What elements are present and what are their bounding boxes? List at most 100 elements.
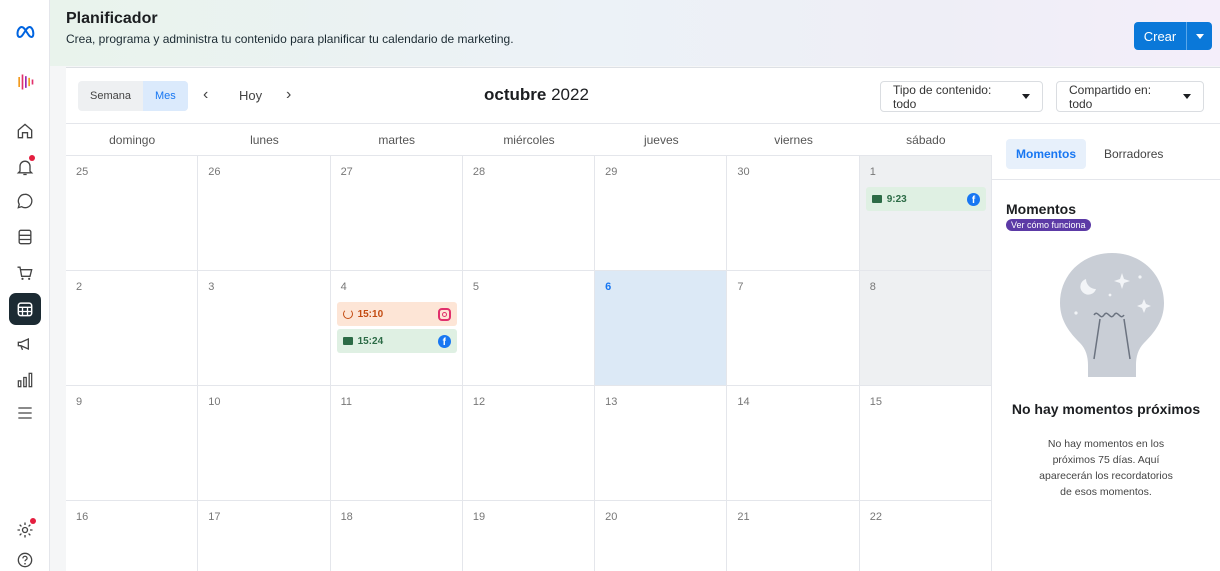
post-time: 15:10 (357, 308, 384, 320)
day-number: 10 (208, 396, 221, 408)
day-cell[interactable]: 7 (727, 271, 860, 386)
day-number: 18 (340, 511, 353, 523)
moments-panel: Momentos Borradores Momentos Ver cómo fu… (992, 125, 1220, 571)
shared-on-filter-label: Compartido en: todo (1069, 82, 1152, 111)
help-icon[interactable] (9, 544, 41, 571)
content-type-filter[interactable]: Tipo de contenido: todo (880, 81, 1043, 112)
weekday-label: jueves (643, 133, 679, 147)
menu-icon[interactable] (9, 397, 41, 429)
current-month: octubre 2022 (484, 85, 589, 105)
day-cell[interactable]: 3 (198, 271, 331, 386)
chevron-down-icon (1183, 94, 1191, 99)
view-week-button[interactable]: Semana (78, 81, 143, 111)
page-header: Planificador Crea, programa y administra… (50, 0, 1220, 66)
post-time: 9:23 (886, 193, 907, 205)
day-number: 6 (605, 281, 612, 293)
day-cell[interactable]: 8 (859, 271, 992, 386)
today-cell[interactable]: 6 (595, 271, 728, 386)
instagram-icon (437, 307, 451, 321)
day-cell[interactable]: 10 (198, 386, 331, 501)
scheduled-post[interactable]: 9:23 f (865, 187, 986, 211)
day-cell[interactable]: 11 (330, 386, 463, 501)
create-dropdown-button[interactable] (1186, 22, 1212, 50)
calendar-toolbar: Semana Mes ‹ Hoy › octubre 2022 Tipo de … (66, 68, 1220, 124)
commerce-cart-icon[interactable] (9, 257, 41, 289)
brand-avatar[interactable] (9, 66, 41, 98)
day-number: 30 (737, 166, 750, 178)
day-cell[interactable]: 12 (462, 386, 596, 501)
day-cell[interactable]: 13 (595, 386, 728, 501)
day-cell[interactable]: 25 (66, 156, 199, 271)
view-month-button[interactable]: Mes (142, 81, 188, 111)
weekday-label: domingo (109, 133, 156, 147)
day-cell[interactable]: 28 (462, 156, 596, 271)
shared-on-filter[interactable]: Compartido en: todo (1056, 81, 1204, 112)
ads-megaphone-icon[interactable] (9, 328, 41, 360)
day-number: 28 (472, 166, 486, 178)
messages-icon[interactable] (9, 185, 41, 217)
notifications-icon[interactable] (9, 151, 41, 183)
day-number: 17 (208, 511, 221, 523)
day-number: 12 (472, 396, 486, 408)
day-cell[interactable]: 20 (595, 501, 728, 571)
day-cell[interactable]: 22 (860, 501, 992, 571)
day-number: 25 (76, 166, 89, 178)
day-cell[interactable]: 1 9:23 f (859, 156, 992, 271)
day-cell[interactable]: 29 (595, 156, 728, 271)
settings-alert-dot (30, 518, 36, 524)
tab-drafts[interactable]: Borradores (1094, 139, 1173, 169)
scheduled-post-icon (342, 337, 353, 345)
create-button[interactable]: Crear (1134, 22, 1186, 50)
settings-gear-icon[interactable] (9, 514, 41, 546)
facebook-icon: f (437, 334, 451, 348)
view-toggle: Semana Mes (78, 81, 188, 111)
day-cell[interactable]: 26 (198, 156, 331, 271)
home-icon[interactable] (9, 115, 41, 147)
day-cell[interactable]: 15 (859, 386, 992, 501)
how-it-works-link[interactable]: Ver cómo funciona (1006, 219, 1091, 231)
day-cell[interactable]: 27 (330, 156, 463, 271)
divider (992, 179, 1220, 180)
scheduled-post[interactable]: 15:24 f (336, 329, 457, 353)
meta-logo-icon[interactable] (9, 16, 41, 48)
month-year: 2022 (551, 85, 589, 104)
day-cell[interactable]: 4 15:10 15:24 f (330, 271, 463, 386)
post-time: 15:24 (357, 335, 384, 347)
day-number: 3 (208, 281, 215, 293)
day-number: 29 (605, 166, 618, 178)
day-number: 26 (208, 166, 221, 178)
day-cell[interactable]: 19 (463, 501, 596, 571)
day-cell[interactable]: 14 (727, 386, 860, 501)
day-number: 1 (869, 166, 876, 178)
day-cell[interactable]: 5 (462, 271, 596, 386)
day-cell[interactable]: 21 (727, 501, 860, 571)
weekday-label: sábado (906, 133, 946, 147)
day-number: 4 (340, 281, 347, 293)
day-cell[interactable]: 18 (331, 501, 463, 571)
content-icon[interactable] (9, 221, 41, 253)
planner-calendar-icon[interactable] (9, 293, 41, 325)
chevron-down-icon (1022, 94, 1030, 99)
create-button-group: Crear (1134, 22, 1212, 50)
day-cell[interactable]: 30 (727, 156, 860, 271)
page-title: Planificador (66, 10, 158, 27)
empty-state-text: No hay momentos en los próximos 75 días.… (1039, 438, 1173, 498)
day-number: 15 (869, 396, 882, 408)
pending-post[interactable]: 15:10 (336, 302, 457, 326)
chevron-left-icon[interactable]: ‹ (203, 86, 208, 104)
tab-moments[interactable]: Momentos (1006, 139, 1086, 169)
day-cell[interactable]: 17 (198, 501, 331, 571)
planner-card: Semana Mes ‹ Hoy › octubre 2022 Tipo de … (66, 67, 1220, 571)
today-button[interactable]: Hoy (239, 88, 262, 103)
day-number: 11 (340, 396, 352, 408)
chevron-right-icon[interactable]: › (286, 86, 291, 104)
day-number: 2 (76, 281, 83, 293)
day-cell[interactable]: 2 (66, 271, 199, 386)
weekday-label: martes (378, 133, 416, 147)
day-cell[interactable]: 16 (66, 501, 199, 571)
day-number: 13 (605, 396, 618, 408)
left-nav-rail (0, 0, 50, 571)
panel-tabs: Momentos Borradores (1006, 139, 1173, 169)
insights-bar-chart-icon[interactable] (9, 364, 41, 396)
day-cell[interactable]: 9 (66, 386, 199, 501)
